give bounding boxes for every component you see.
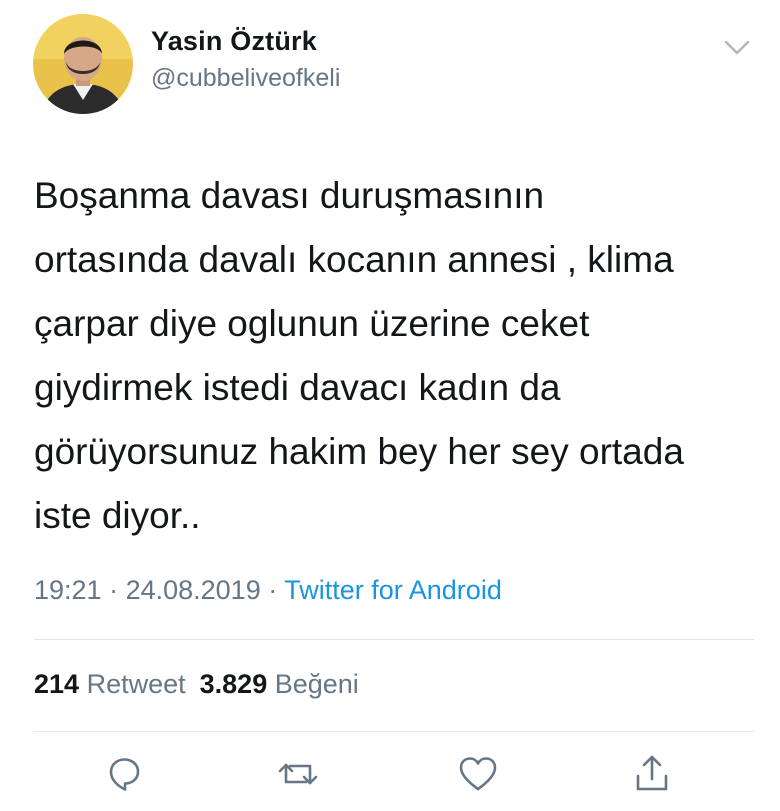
retweet-button[interactable] (276, 752, 320, 796)
tweet-meta: 19:21 · 24.08.2019 · Twitter for Android (34, 575, 502, 606)
reply-button[interactable] (102, 752, 146, 796)
tweet-source-link[interactable]: Twitter for Android (284, 575, 502, 605)
tweet-time: 19:21 (34, 575, 102, 605)
tweet-card: Yasin Öztürk @cubbeliveofkeli Boşanma da… (0, 0, 780, 811)
like-stat[interactable]: 3.829 Beğeni (200, 669, 359, 699)
retweet-label: Retweet (86, 669, 186, 699)
avatar[interactable] (33, 14, 133, 114)
divider (34, 639, 754, 640)
tweet-stats: 214 Retweet 3.829 Beğeni (34, 669, 359, 700)
tweet-date: 24.08.2019 (125, 575, 261, 605)
like-button[interactable] (456, 752, 500, 796)
action-bar (0, 752, 780, 800)
user-handle[interactable]: @cubbeliveofkeli (151, 64, 340, 93)
retweet-icon (278, 763, 318, 785)
share-icon (636, 755, 668, 791)
meta-separator: · (260, 575, 285, 605)
display-name[interactable]: Yasin Öztürk (151, 26, 317, 57)
heart-icon (459, 757, 497, 791)
meta-separator: · (101, 575, 126, 605)
retweet-stat[interactable]: 214 Retweet (34, 669, 186, 699)
tweet-text: Boşanma davası duruşmasının ortasında da… (34, 175, 684, 536)
divider (34, 731, 754, 732)
retweet-count: 214 (34, 669, 80, 699)
like-label: Beğeni (274, 669, 359, 699)
avatar-image (33, 14, 133, 114)
like-count: 3.829 (199, 669, 268, 699)
chevron-down-icon[interactable] (722, 34, 752, 60)
share-button[interactable] (630, 752, 674, 796)
reply-icon (109, 758, 140, 791)
